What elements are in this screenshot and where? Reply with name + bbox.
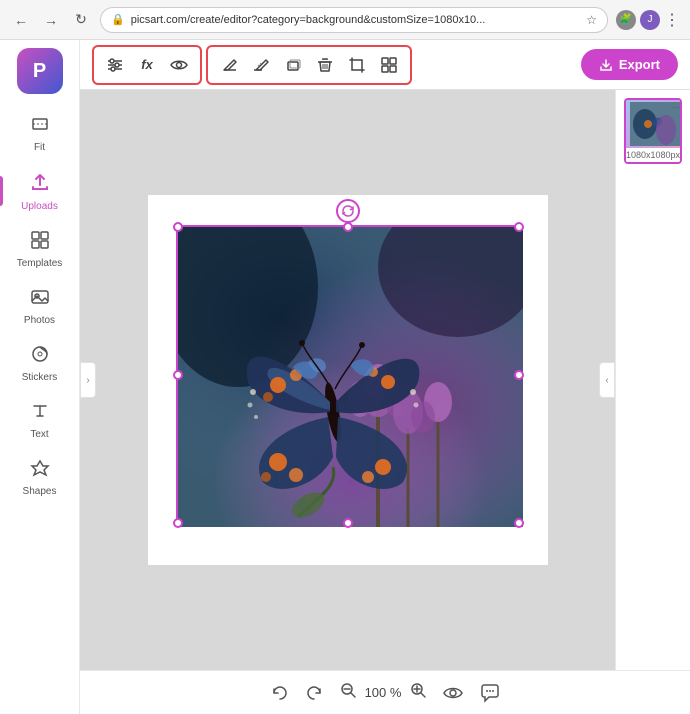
toolbar: fx (80, 40, 690, 90)
butterfly-image (178, 227, 523, 527)
templates-icon (30, 230, 50, 255)
handle-bottom-middle[interactable] (343, 518, 353, 528)
main-area: fx (80, 40, 690, 714)
handle-top-left[interactable] (173, 222, 183, 232)
right-collapse-arrow[interactable]: ‹ (599, 362, 615, 398)
bookmark-icon: ☆ (586, 13, 597, 27)
adjust-button[interactable] (100, 50, 130, 80)
sidebar-item-templates[interactable]: Templates (0, 220, 79, 277)
zoom-section: 100 % (339, 681, 428, 704)
forward-button[interactable]: → (40, 9, 62, 31)
layer-button[interactable] (278, 50, 308, 80)
extension-area: 🧩 J ⋮ (616, 10, 680, 30)
chat-button[interactable] (479, 683, 499, 703)
fit-icon (30, 114, 50, 139)
back-button[interactable]: ← (10, 9, 32, 31)
stickers-icon (30, 344, 50, 369)
stickers-label: Stickers (22, 372, 58, 383)
sidebar: P Fit Uploads (0, 40, 80, 714)
handle-bottom-right[interactable] (514, 518, 524, 528)
text-label: Text (30, 429, 48, 440)
templates-label: Templates (17, 258, 63, 269)
lock-icon: 🔒 (111, 13, 125, 26)
smart-erase-button[interactable] (246, 50, 276, 80)
toolbar-group-1: fx (92, 45, 202, 85)
refresh-button[interactable]: ↻ (70, 9, 92, 31)
profile-icon: J (640, 10, 660, 30)
url-text: picsart.com/create/editor?category=backg… (131, 14, 581, 26)
app-logo[interactable]: P (17, 48, 63, 94)
handle-bottom-left[interactable] (173, 518, 183, 528)
thumbnail-dots[interactable]: ··· (672, 102, 682, 113)
text-icon (30, 401, 50, 426)
canvas-area[interactable]: › (80, 90, 615, 670)
photos-label: Photos (24, 315, 55, 326)
sidebar-item-shapes[interactable]: Shapes (0, 448, 79, 505)
canvas (148, 195, 548, 565)
left-collapse-arrow[interactable]: › (80, 362, 96, 398)
sidebar-item-fit[interactable]: Fit (0, 104, 79, 161)
rotate-handle[interactable] (336, 199, 360, 223)
redo-button[interactable] (305, 684, 323, 702)
address-bar[interactable]: 🔒 picsart.com/create/editor?category=bac… (100, 7, 608, 33)
browser-chrome: ← → ↻ 🔒 picsart.com/create/editor?catego… (0, 0, 690, 40)
app-container: P Fit Uploads (0, 40, 690, 714)
crop-button[interactable] (342, 50, 372, 80)
zoom-in-button[interactable] (409, 681, 427, 704)
bottom-bar: 100 % (80, 670, 690, 714)
sidebar-item-uploads[interactable]: Uploads (0, 161, 79, 220)
thumbnail-item-1[interactable]: ··· 1080x1080px (624, 98, 682, 164)
zoom-out-button[interactable] (339, 681, 357, 704)
zoom-level: 100 % (365, 685, 402, 700)
photos-icon (30, 287, 50, 312)
undo-button[interactable] (271, 684, 289, 702)
export-button[interactable]: Export (581, 49, 678, 80)
handle-middle-right[interactable] (514, 370, 524, 380)
shapes-icon (30, 458, 50, 483)
image-selection[interactable] (176, 225, 521, 525)
delete-button[interactable] (310, 50, 340, 80)
sidebar-item-photos[interactable]: Photos (0, 277, 79, 334)
fit-label: Fit (34, 142, 45, 153)
thumbnail-label: 1080x1080px (626, 148, 680, 162)
handle-top-middle[interactable] (343, 222, 353, 232)
eye-button[interactable] (164, 50, 194, 80)
handle-top-right[interactable] (514, 222, 524, 232)
toolbar-group-2 (206, 45, 412, 85)
preview-button[interactable] (443, 683, 463, 703)
shapes-label: Shapes (23, 486, 57, 497)
fx-button[interactable]: fx (132, 50, 162, 80)
handle-middle-left[interactable] (173, 370, 183, 380)
uploads-label: Uploads (21, 201, 58, 212)
grid-button[interactable] (374, 50, 404, 80)
thumbnail-preview: ··· (626, 100, 682, 148)
erase-button[interactable] (214, 50, 244, 80)
sidebar-item-stickers[interactable]: Stickers (0, 334, 79, 391)
right-panel: ··· 1080x1080px (615, 90, 690, 670)
sidebar-item-text[interactable]: Text (0, 391, 79, 448)
more-icon[interactable]: ⋮ (664, 10, 680, 30)
uploads-icon (29, 171, 51, 198)
puzzle-icon: 🧩 (616, 10, 636, 30)
